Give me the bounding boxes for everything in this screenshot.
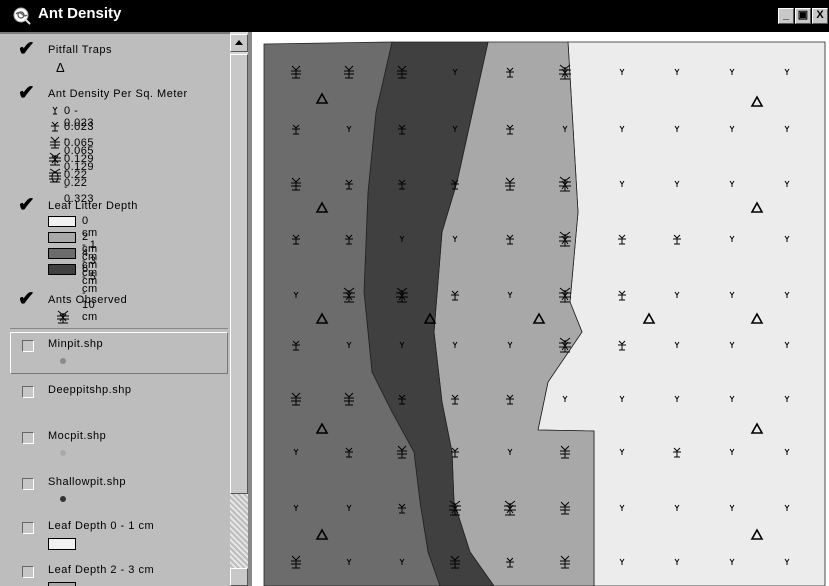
ant-symbol-small-icon	[51, 121, 59, 132]
map-canvas[interactable]	[252, 32, 829, 586]
layer-checkbox-checked-icon[interactable]: ✔	[18, 83, 36, 103]
legend-swatch	[48, 538, 76, 550]
layer-label: Ants Observed	[48, 294, 128, 306]
triangle-symbol-icon: Δ	[56, 60, 66, 75]
ant-symbol-tiny-icon	[52, 106, 58, 115]
layer-label: Minpit.shp	[48, 338, 104, 350]
point-symbol-icon	[60, 496, 66, 502]
legend-swatch	[48, 264, 76, 275]
layer-label: Shallowpit.shp	[48, 476, 126, 488]
scroll-down-button[interactable]	[230, 568, 248, 586]
layer-label: Leaf Litter Depth	[48, 200, 138, 212]
layer-checkbox[interactable]	[22, 478, 34, 490]
maximize-button[interactable]: ▣	[795, 8, 811, 24]
minimize-button[interactable]: _	[778, 8, 794, 24]
arcview-globe-icon	[13, 7, 31, 25]
layer-label: Pitfall Traps	[48, 44, 112, 56]
window-title: Ant Density	[38, 5, 122, 22]
ant-symbol-large-icon	[49, 152, 61, 166]
layer-checkbox[interactable]	[22, 432, 34, 444]
layer-shallowpit[interactable]: Shallowpit.shp	[0, 472, 230, 512]
legend-swatch	[48, 232, 76, 243]
point-symbol-icon	[60, 404, 66, 410]
layer-deeppit[interactable]: Deeppitshp.shp	[0, 380, 230, 420]
layer-ants-observed[interactable]: ✔ Ants Observed	[0, 289, 230, 330]
table-of-contents: ✔ Pitfall Traps Δ ✔ Ant Density Per Sq. …	[0, 32, 230, 586]
toc-separator	[10, 328, 228, 329]
layer-minpit[interactable]: Minpit.shp	[0, 334, 230, 374]
layer-label: Deeppitshp.shp	[48, 384, 132, 396]
layer-label: Ant Density Per Sq. Meter	[48, 88, 188, 100]
layer-checkbox[interactable]	[22, 522, 34, 534]
point-symbol-icon	[60, 450, 66, 456]
ant-observed-symbol-icon	[57, 310, 69, 324]
ant-symbol-largest-icon	[49, 168, 61, 183]
legend-swatch	[48, 582, 76, 586]
layer-label: Leaf Depth 2 - 3 cm	[48, 564, 155, 576]
layer-label: Leaf Depth 0 - 1 cm	[48, 520, 155, 532]
layer-ant-density[interactable]: ✔ Ant Density Per Sq. Meter 0 - 0.023 0.…	[0, 83, 230, 205]
layer-leaf-depth-0-1[interactable]: Leaf Depth 0 - 1 cm	[0, 516, 230, 556]
legend-swatch	[48, 216, 76, 227]
layer-label: Mocpit.shp	[48, 430, 107, 442]
toc-scrollbar[interactable]	[230, 32, 248, 586]
layer-checkbox[interactable]	[22, 386, 34, 398]
scroll-up-button[interactable]	[230, 34, 248, 52]
layer-leaf-depth-2-3[interactable]: Leaf Depth 2 - 3 cm	[0, 560, 230, 586]
layer-leaf-litter-depth[interactable]: ✔ Leaf Litter Depth 0 cm - 1 cm 2 cm - 3…	[0, 195, 230, 323]
ant-symbol-medium-icon	[50, 136, 60, 149]
layer-checkbox-checked-icon[interactable]: ✔	[18, 289, 36, 309]
layer-checkbox-checked-icon[interactable]: ✔	[18, 195, 36, 215]
layer-checkbox[interactable]	[22, 566, 34, 578]
layer-checkbox-checked-icon[interactable]: ✔	[18, 39, 36, 59]
scroll-thumb[interactable]	[230, 54, 248, 494]
title-bar: Ant Density _ ▣ X	[0, 0, 829, 32]
close-button[interactable]: X	[812, 8, 828, 24]
layer-checkbox[interactable]	[22, 340, 34, 352]
legend-swatch	[48, 248, 76, 259]
layer-mocpit[interactable]: Mocpit.shp	[0, 426, 230, 466]
layer-pitfall-traps[interactable]: ✔ Pitfall Traps Δ	[0, 39, 230, 80]
point-symbol-icon	[60, 358, 66, 364]
